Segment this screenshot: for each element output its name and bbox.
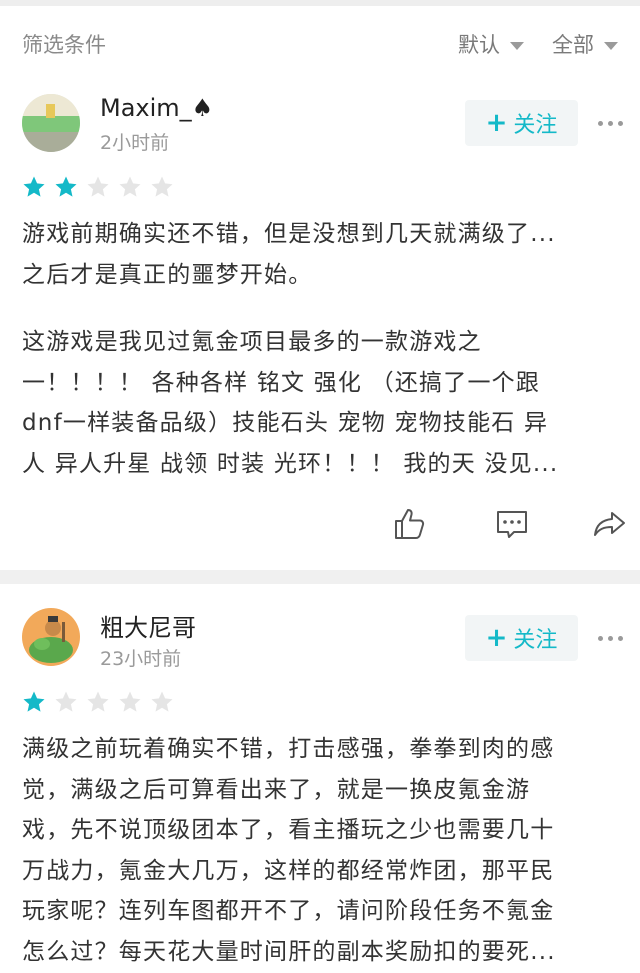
text-line: 之后才是真正的噩梦开始。 <box>22 261 313 288</box>
star-empty-icon <box>151 176 173 197</box>
star-empty-icon <box>119 691 141 712</box>
text-line: 觉，满级之后可算看出来了，就是一换皮氪金游 <box>22 776 531 803</box>
filter-label[interactable]: 筛选条件 <box>22 29 106 59</box>
more-options-icon[interactable] <box>598 636 623 641</box>
review-card: 粗大尼哥 23小时前 + 关注 满级之前玩着确实不错，打击感强，拳拳到肉的感 觉… <box>0 584 640 973</box>
text-line: 满级之前玩着确实不错，打击感强，拳拳到肉的感 <box>22 736 555 762</box>
chevron-down-icon <box>604 41 618 50</box>
review-text: 这游戏是我见过氪金项目最多的一款游戏之 一！！！！ 各种各样 铭文 强化 （还搞… <box>22 322 622 484</box>
thumbs-up-icon[interactable] <box>392 506 428 542</box>
scope-label: 全部 <box>552 33 594 57</box>
follow-button[interactable]: + 关注 <box>465 100 578 146</box>
avatar[interactable] <box>22 94 80 152</box>
avatar[interactable] <box>22 608 80 666</box>
filter-bar: 筛选条件 默认 全部 <box>0 6 640 82</box>
share-icon[interactable] <box>592 506 628 542</box>
sort-label: 默认 <box>458 33 500 57</box>
star-empty-icon <box>87 691 109 712</box>
username[interactable]: Maxim_♠ <box>100 94 213 122</box>
chevron-down-icon <box>510 41 524 50</box>
star-empty-icon <box>55 691 77 712</box>
text-line: 万战力，氪金大几万，这样的都经常炸团，那平民 <box>22 857 555 884</box>
more-options-icon[interactable] <box>598 121 623 126</box>
text-line: 一！！！！ 各种各样 铭文 强化 （还搞了一个跟 <box>22 369 541 396</box>
star-empty-icon <box>87 176 109 197</box>
review-text: 游戏前期确实还不错，但是没想到几天就满级了... 之后才是真正的噩梦开始。 <box>22 214 622 295</box>
star-empty-icon <box>151 691 173 712</box>
plus-icon: + <box>485 623 508 653</box>
text-line: 人 异人升星 战领 时装 光环！！！ 我的天 没见... <box>22 450 559 477</box>
star-filled-icon <box>23 176 45 197</box>
card-separator <box>0 570 640 584</box>
post-time: 23小时前 <box>100 648 182 670</box>
text-line: dnf一样装备品级）技能石头 宠物 宠物技能石 异 <box>22 410 549 436</box>
sort-dropdown[interactable]: 默认 <box>458 29 524 59</box>
text-line: 玩家呢？连列车图都开不了，请问阶段任务不氪金 <box>22 898 555 924</box>
plus-icon: + <box>485 108 508 138</box>
scope-dropdown[interactable]: 全部 <box>552 29 618 59</box>
comment-icon[interactable] <box>494 506 530 542</box>
username[interactable]: 粗大尼哥 <box>100 608 196 643</box>
review-actions <box>392 506 632 546</box>
post-time: 2小时前 <box>100 132 170 154</box>
text-line: 游戏前期确实还不错，但是没想到几天就满级了... <box>22 221 556 247</box>
text-line: 怎么过？每天花大量时间肝的副本奖励扣的要死... <box>22 938 556 965</box>
follow-label: 关注 <box>513 113 558 138</box>
follow-label: 关注 <box>513 628 558 653</box>
review-text: 满级之前玩着确实不错，打击感强，拳拳到肉的感 觉，满级之后可算看出来了，就是一换… <box>22 729 622 972</box>
text-line: 戏，先不说顶级团本了，看主播玩之少也需要几十 <box>22 817 555 843</box>
text-line: 这游戏是我见过氪金项目最多的一款游戏之 <box>22 329 482 355</box>
rating-stars <box>22 690 174 714</box>
star-filled-icon <box>23 691 45 712</box>
star-empty-icon <box>119 176 141 197</box>
star-filled-icon <box>55 176 77 197</box>
rating-stars <box>22 175 174 199</box>
follow-button[interactable]: + 关注 <box>465 615 578 661</box>
review-card: Maxim_♠ 2小时前 + 关注 游戏前期确实还不错，但是没想到几天就满级了.… <box>0 82 640 570</box>
